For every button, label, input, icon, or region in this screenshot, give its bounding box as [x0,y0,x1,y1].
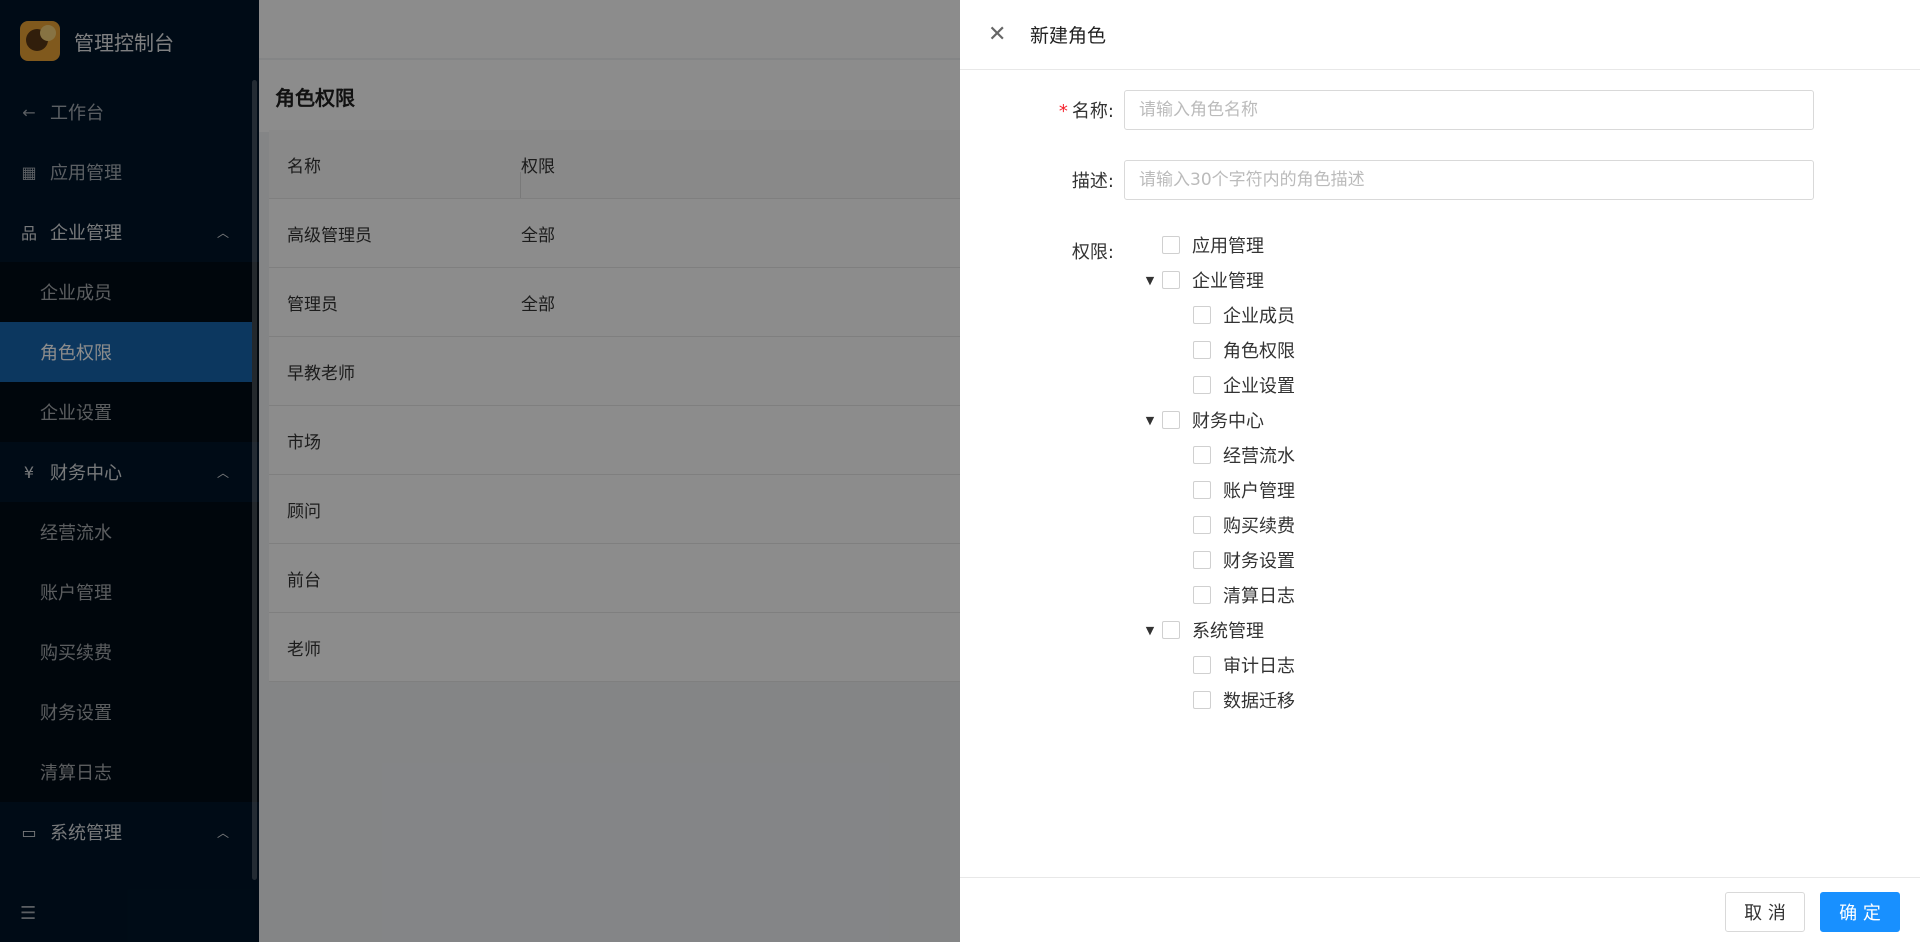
caret-down-icon[interactable]: ▼ [1142,274,1158,287]
drawer-header: ✕ 新建角色 [960,0,1920,70]
required-mark: * [1058,101,1068,122]
tree-node-label: 购买续费 [1223,516,1295,537]
caret-down-icon[interactable]: ▼ [1142,414,1158,427]
tree-node-label: 账户管理 [1223,481,1295,502]
tree-node-app-management[interactable]: 应用管理 [1142,230,1264,260]
tree-node-label: 企业管理 [1192,271,1264,292]
tree-node-finance[interactable]: ▼ 财务中心 [1142,405,1264,435]
tree-node-label: 清算日志 [1223,586,1295,607]
tree-node-members[interactable]: 企业成员 [1173,300,1295,330]
checkbox[interactable] [1193,376,1211,394]
tree-node-finance-settings[interactable]: 财务设置 [1173,545,1295,575]
tree-node-label: 财务设置 [1223,551,1295,572]
tree-node-label: 企业成员 [1223,306,1295,327]
checkbox[interactable] [1193,446,1211,464]
role-name-input[interactable] [1124,90,1814,130]
checkbox[interactable] [1193,551,1211,569]
tree-node-label: 经营流水 [1223,446,1295,467]
role-description-input[interactable] [1124,160,1814,200]
tree-node-data-migration[interactable]: 数据迁移 [1173,685,1295,715]
permission-label: 权限: [1071,242,1114,263]
drawer-footer: 取 消 确 定 [960,877,1920,942]
tree-node-label: 应用管理 [1192,236,1264,257]
checkbox[interactable] [1193,691,1211,709]
tree-node-label: 审计日志 [1223,656,1295,677]
description-label: 描述: [1071,171,1114,192]
tree-node-roles[interactable]: 角色权限 [1173,335,1295,365]
tree-node-label: 角色权限 [1223,341,1295,362]
tree-node-audit-log[interactable]: 审计日志 [1173,650,1295,680]
tree-node-system[interactable]: ▼ 系统管理 [1142,615,1264,645]
caret-down-icon[interactable]: ▼ [1142,624,1158,637]
checkbox[interactable] [1162,271,1180,289]
tree-node-label: 企业设置 [1223,376,1295,397]
checkbox[interactable] [1193,516,1211,534]
tree-node-settlement-log[interactable]: 清算日志 [1173,580,1295,610]
cancel-button[interactable]: 取 消 [1725,892,1805,932]
checkbox[interactable] [1193,586,1211,604]
drawer-title: 新建角色 [1030,25,1107,47]
tree-node-label: 系统管理 [1192,621,1264,642]
tree-node-enterprise[interactable]: ▼ 企业管理 [1142,265,1264,295]
tree-node-cashflow[interactable]: 经营流水 [1173,440,1295,470]
checkbox[interactable] [1193,341,1211,359]
name-label-text: 名称: [1071,101,1114,122]
form-row-name: * 名称: [960,90,1814,130]
close-icon[interactable]: ✕ [988,22,1010,47]
checkbox[interactable] [1162,236,1180,254]
checkbox[interactable] [1193,306,1211,324]
form-row-description: 描述: [960,160,1814,200]
tree-node-enterprise-settings[interactable]: 企业设置 [1173,370,1295,400]
new-role-drawer: ✕ 新建角色 *名称: 描述: 权限: 应用管理 ▼ 企业管理 企业成员 角色权 [960,0,1920,942]
tree-node-renewal[interactable]: 购买续费 [1173,510,1295,540]
checkbox[interactable] [1162,411,1180,429]
name-label: * 名称: [960,97,1124,123]
tree-node-label: 数据迁移 [1223,691,1295,712]
checkbox[interactable] [1193,656,1211,674]
checkbox[interactable] [1162,621,1180,639]
checkbox[interactable] [1193,481,1211,499]
tree-node-label: 财务中心 [1192,411,1264,432]
confirm-button[interactable]: 确 定 [1820,892,1900,932]
tree-node-accounts[interactable]: 账户管理 [1173,475,1295,505]
